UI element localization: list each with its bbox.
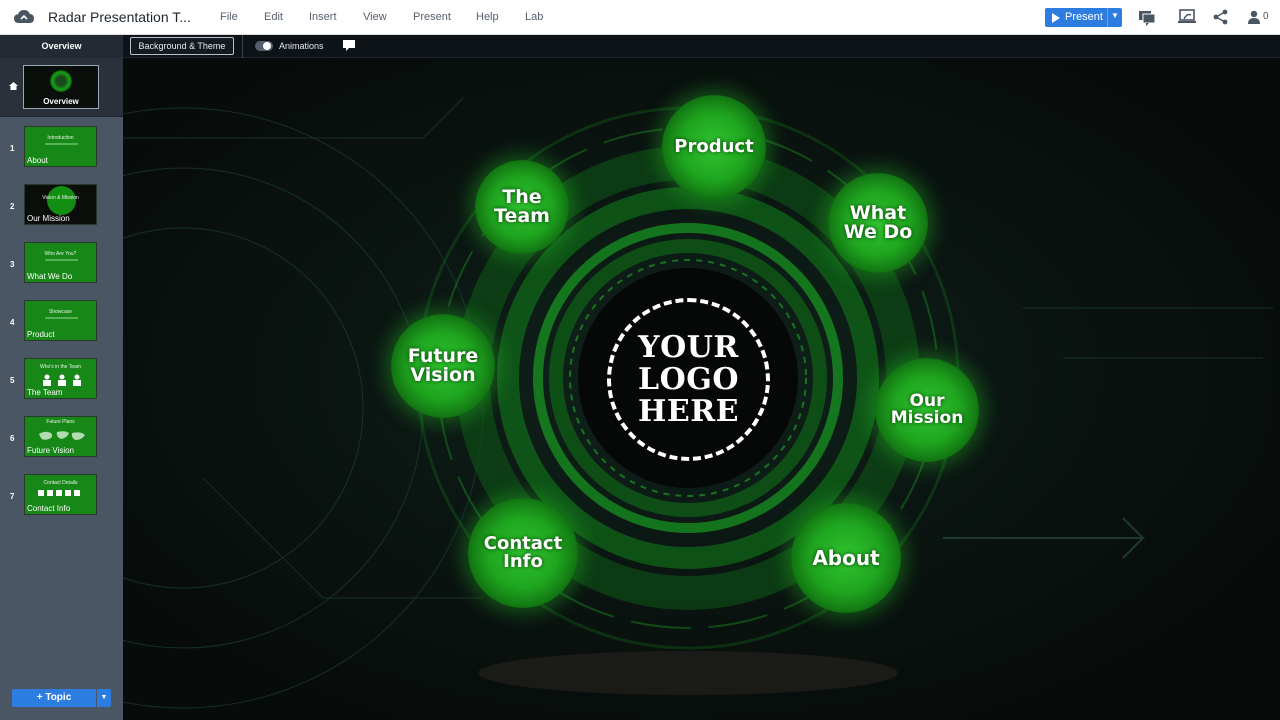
collaborator-count: 0 (1263, 11, 1269, 22)
slide-number: 2 (10, 202, 15, 211)
slide-thumbnail[interactable]: Future Plans Future Vision (24, 416, 97, 457)
sidebar-header: Overview (0, 35, 123, 58)
team-people-icon (43, 374, 81, 386)
slide-item-product[interactable]: 4 Showcase Product (0, 294, 123, 352)
speech-bubble-icon[interactable] (343, 40, 355, 51)
slide-item-contact-info[interactable]: 7 Contact Details Contact Info (0, 468, 123, 526)
thumbnail-title: Vision & Mission (42, 195, 79, 201)
menu-edit[interactable]: Edit (264, 11, 283, 23)
document-title[interactable]: Radar Presentation T... (48, 9, 191, 25)
presentation-canvas[interactable]: YOUR LOGO HERE Product What We Do Our Mi… (123, 58, 1280, 720)
menu-help[interactable]: Help (476, 11, 499, 23)
toggle-knob (263, 42, 271, 50)
slide-item-what-we-do[interactable]: 3 Who Are You? What We Do (0, 236, 123, 294)
share-icon[interactable] (1211, 8, 1231, 26)
slide-number: 5 (10, 376, 15, 385)
node-product-label: Product (674, 136, 754, 157)
slide-thumbnail[interactable]: Who Are You? What We Do (24, 242, 97, 283)
slide-label: Our Mission (27, 214, 70, 223)
node-what-we-do[interactable]: What We Do (828, 173, 928, 273)
slide-thumbnail[interactable]: Contact Details Contact Info (24, 474, 97, 515)
thumbnail-title: Contact Details (43, 480, 78, 486)
present-remotely-icon[interactable] (1177, 8, 1197, 26)
node-our-mission-label: Our Mission (890, 391, 964, 428)
node-contact-info-label: Contact Info (483, 533, 563, 572)
add-topic-button[interactable]: + Topic (12, 689, 96, 707)
slide-label: Future Vision (27, 446, 74, 455)
editor-toolbar: Background & Theme Animations (123, 35, 1280, 58)
thumbnail-text-line (45, 259, 78, 261)
node-our-mission[interactable]: Our Mission (875, 358, 979, 462)
slide-number: 7 (10, 492, 15, 501)
node-the-team-label: The Team (494, 186, 550, 227)
top-menu-bar: Radar Presentation T... File Edit Insert… (0, 0, 1280, 35)
node-product[interactable]: Product (662, 95, 766, 199)
thumbnail-title: Who's in the Team (40, 364, 81, 370)
slide-label: About (27, 156, 48, 165)
overview-thumbnail-label: Overview (43, 97, 79, 106)
slide-label: Product (27, 330, 55, 339)
thumbnail-title: Future Plans (46, 419, 75, 425)
thumbnail-text-line (45, 143, 78, 145)
comments-icon[interactable] (1137, 8, 1157, 26)
slide-number: 3 (10, 260, 15, 269)
slide-number: 1 (10, 144, 15, 153)
add-topic-dropdown-icon[interactable]: ▼ (97, 689, 111, 707)
slide-thumbnail[interactable]: Showcase Product (24, 300, 97, 341)
logo-placeholder[interactable]: YOUR LOGO HERE (607, 298, 770, 461)
thumbnail-text-line (45, 317, 78, 319)
slide-number: 4 (10, 318, 15, 327)
node-future-vision[interactable]: Future Vision (391, 314, 495, 418)
sidebar: Overview Overview 1 Introduction About 2… (0, 35, 123, 720)
overview-thumbnail[interactable]: Overview (23, 65, 99, 109)
slide-item-the-team[interactable]: 5 Who's in the Team The Team (0, 352, 123, 410)
world-map-icon (39, 431, 85, 440)
social-icons-row-icon (38, 490, 80, 496)
node-what-we-do-label: What We Do (843, 202, 913, 243)
thumbnail-title: Who Are You? (44, 251, 77, 257)
menu-present[interactable]: Present (413, 11, 451, 23)
thumbnail-title: Introduction (47, 135, 74, 141)
node-contact-info[interactable]: Contact Info (468, 498, 578, 608)
slide-item-our-mission[interactable]: 2 Vision & Mission Our Mission (0, 178, 123, 236)
animations-label: Animations (279, 41, 324, 51)
slide-label: What We Do (27, 272, 73, 281)
present-button[interactable]: Present ▼ (1045, 8, 1122, 27)
slide-item-about[interactable]: 1 Introduction About (0, 120, 123, 178)
slide-label: The Team (27, 388, 63, 397)
slide-number: 6 (10, 434, 15, 443)
home-icon (9, 82, 18, 90)
menu-lab[interactable]: Lab (525, 11, 543, 23)
slide-thumbnail[interactable]: Introduction About (24, 126, 97, 167)
node-the-team[interactable]: The Team (475, 160, 569, 254)
node-about[interactable]: About (791, 503, 901, 613)
menu-file[interactable]: File (220, 11, 238, 23)
toolbar-divider (242, 35, 243, 58)
present-dropdown-caret-icon[interactable]: ▼ (1111, 11, 1119, 20)
present-button-label: Present (1065, 11, 1103, 23)
slide-label: Contact Info (27, 504, 71, 513)
thumbnail-title: Showcase (48, 309, 73, 315)
node-future-vision-label: Future Vision (407, 345, 479, 386)
animations-toggle[interactable] (255, 41, 273, 51)
slide-thumbnail[interactable]: Who's in the Team The Team (24, 358, 97, 399)
play-icon (1052, 13, 1060, 23)
thumbnail-graphic (50, 70, 72, 92)
overview-slide-item[interactable]: Overview (0, 58, 123, 117)
logo-placeholder-text: YOUR LOGO HERE (637, 329, 739, 429)
node-about-label: About (812, 546, 880, 570)
present-button-divider (1107, 8, 1108, 27)
menu-insert[interactable]: Insert (309, 11, 337, 23)
slide-item-future-vision[interactable]: 6 Future Plans Future Vision (0, 410, 123, 468)
background-theme-button[interactable]: Background & Theme (130, 37, 234, 55)
cloud-logo-icon[interactable] (13, 8, 35, 26)
menu-view[interactable]: View (363, 11, 387, 23)
slide-thumbnail[interactable]: Vision & Mission Our Mission (24, 184, 97, 225)
